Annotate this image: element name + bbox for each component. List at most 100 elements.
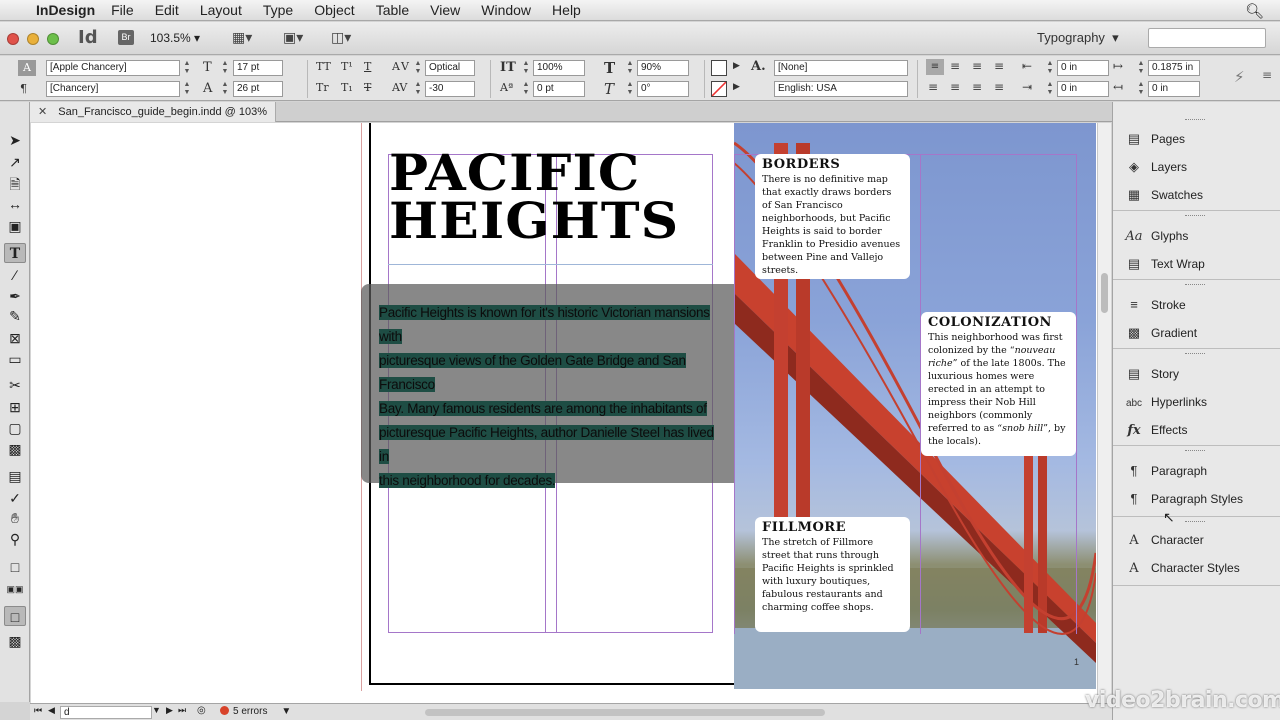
tracking-field[interactable]: -30 bbox=[425, 81, 475, 97]
subscript-icon[interactable]: T₁ bbox=[341, 81, 353, 94]
kerning-field[interactable]: Optical bbox=[425, 60, 475, 76]
panel-paragraph[interactable]: ¶ Paragraph bbox=[1123, 461, 1208, 481]
line-tool-icon[interactable]: ∕ bbox=[4, 265, 26, 285]
fill-stroke-swatches-icon[interactable]: □ bbox=[4, 557, 26, 577]
panel-gradient[interactable]: ▩ Gradient bbox=[1123, 323, 1197, 343]
strikethrough-icon[interactable]: T bbox=[364, 81, 371, 94]
document-canvas[interactable]: PACIFIC HEIGHTS Pacific Heights is known… bbox=[31, 123, 1097, 703]
zoom-tool-icon[interactable]: ⚲ bbox=[4, 529, 26, 549]
first-line-indent-stepper[interactable]: ▲ ▼ bbox=[1137, 60, 1145, 76]
kerning-stepper[interactable]: ▲ ▼ bbox=[414, 60, 422, 76]
font-size-stepper[interactable]: ▲ ▼ bbox=[221, 60, 229, 76]
justify-left-icon[interactable]: ≡ bbox=[928, 80, 938, 94]
horizontal-scale-field[interactable]: 90% bbox=[637, 60, 689, 76]
document-tab[interactable]: ✕ San_Francisco_guide_begin.indd @ 103% bbox=[30, 102, 276, 122]
panel-glyphs[interactable]: Aa Glyphs bbox=[1123, 226, 1188, 246]
vertical-scroll-thumb[interactable] bbox=[1101, 273, 1108, 313]
body-text-frame[interactable]: Pacific Heights is known for it's histor… bbox=[379, 301, 724, 493]
borders-sidebar[interactable]: BORDERS There is no definitive map that … bbox=[755, 154, 910, 279]
menu-view[interactable]: View bbox=[430, 2, 460, 18]
first-line-indent-field[interactable]: 0.1875 in bbox=[1148, 60, 1200, 76]
first-page-button[interactable]: ⏮︎ bbox=[34, 705, 42, 716]
panel-character-styles[interactable]: A Character Styles bbox=[1123, 558, 1239, 578]
last-line-indent-field[interactable]: 0 in bbox=[1148, 81, 1200, 97]
horizontal-scale-stepper[interactable]: ▲ ▼ bbox=[626, 60, 634, 76]
gradient-feather-tool-icon[interactable]: ▩ bbox=[4, 439, 26, 459]
page-title[interactable]: PACIFIC HEIGHTS bbox=[389, 148, 679, 246]
menu-file[interactable]: File bbox=[111, 2, 134, 18]
bridge-button[interactable]: Br bbox=[118, 30, 134, 45]
vertical-scale-field[interactable]: 100% bbox=[533, 60, 585, 76]
align-center-icon[interactable]: ≡ bbox=[950, 59, 960, 73]
tracking-stepper[interactable]: ▲ ▼ bbox=[414, 81, 422, 97]
spotlight-search-icon[interactable]: 🔍︎ bbox=[1245, 2, 1264, 20]
leading-field[interactable]: 26 pt bbox=[233, 81, 283, 97]
panel-stroke[interactable]: ≡ Stroke bbox=[1123, 295, 1185, 315]
fill-swatch[interactable] bbox=[711, 60, 727, 76]
baseline-shift-field[interactable]: 0 pt bbox=[533, 81, 585, 97]
hand-tool-icon[interactable]: ✋︎ bbox=[4, 508, 26, 528]
menu-type[interactable]: Type bbox=[263, 2, 293, 18]
left-indent-stepper[interactable]: ▲ ▼ bbox=[1046, 60, 1054, 76]
next-page-button[interactable]: ▶ bbox=[166, 705, 173, 716]
type-tool-icon[interactable]: T bbox=[4, 243, 26, 263]
zoom-level-dropdown[interactable]: 103.5% ▾ bbox=[150, 31, 200, 45]
formatting-affects-container-icon[interactable]: □ bbox=[4, 606, 26, 626]
preflight-icon[interactable]: ◎ bbox=[197, 705, 206, 716]
font-size-field[interactable]: 17 pt bbox=[233, 60, 283, 76]
panel-paragraph-styles[interactable]: ¶ Paragraph Styles bbox=[1123, 489, 1244, 509]
panel-group-grip[interactable] bbox=[1185, 119, 1205, 122]
right-indent-stepper[interactable]: ▲ ▼ bbox=[1046, 81, 1054, 97]
align-left-icon[interactable]: ≡ bbox=[926, 59, 944, 75]
control-panel-menu-icon[interactable]: ≡ bbox=[1262, 68, 1272, 82]
character-style-field[interactable]: [None] bbox=[774, 60, 908, 76]
eyedropper-tool-icon[interactable]: ✓ bbox=[4, 488, 26, 508]
superscript-icon[interactable]: T¹ bbox=[341, 60, 353, 73]
default-fill-stroke-icon[interactable]: ▣▣ bbox=[4, 579, 26, 599]
leading-stepper[interactable]: ▲ ▼ bbox=[221, 81, 229, 97]
fill-dropdown-icon[interactable]: ▶ bbox=[733, 61, 740, 71]
help-search-field[interactable] bbox=[1148, 28, 1266, 48]
skew-stepper[interactable]: ▲ ▼ bbox=[626, 81, 634, 97]
fillmore-sidebar[interactable]: FILLMORE The stretch of Fillmore street … bbox=[755, 517, 910, 632]
vertical-scrollbar[interactable] bbox=[1097, 123, 1111, 703]
workspace-switcher[interactable]: Typography ▾ bbox=[1037, 30, 1119, 46]
menu-edit[interactable]: Edit bbox=[155, 2, 179, 18]
free-transform-tool-icon[interactable]: ⊞ bbox=[4, 397, 26, 417]
pencil-tool-icon[interactable]: ✎ bbox=[4, 306, 26, 326]
page-number-field[interactable]: d bbox=[60, 706, 152, 719]
justify-center-icon[interactable]: ≡ bbox=[950, 80, 960, 94]
panel-group-grip[interactable] bbox=[1185, 284, 1205, 287]
panel-effects[interactable]: fx Effects bbox=[1123, 420, 1187, 440]
panel-character[interactable]: A Character bbox=[1123, 530, 1203, 550]
panel-hyperlinks[interactable]: abc Hyperlinks bbox=[1123, 392, 1207, 412]
arrange-documents-icon[interactable]: ◫▾ bbox=[331, 29, 361, 47]
screen-mode-tool-icon[interactable]: ▩ bbox=[4, 631, 26, 651]
panel-group-grip[interactable] bbox=[1185, 215, 1205, 218]
panel-group-grip[interactable] bbox=[1185, 353, 1205, 356]
justify-right-icon[interactable]: ≡ bbox=[972, 80, 982, 94]
font-style-dropdown-icon[interactable]: ▲ ▼ bbox=[183, 81, 191, 97]
align-right-icon[interactable]: ≡ bbox=[972, 59, 982, 73]
menu-help[interactable]: Help bbox=[552, 2, 581, 18]
zoom-window-button[interactable] bbox=[47, 33, 59, 45]
menu-layout[interactable]: Layout bbox=[200, 2, 242, 18]
content-collector-icon[interactable]: ▣ bbox=[4, 216, 26, 236]
preflight-status[interactable]: 5 errors ▼ bbox=[220, 705, 291, 719]
colonization-sidebar[interactable]: COLONIZATION This neighborhood was first… bbox=[921, 312, 1076, 456]
panel-layers[interactable]: ◈ Layers bbox=[1123, 157, 1187, 177]
all-caps-icon[interactable]: TT bbox=[316, 60, 331, 73]
selection-tool-icon[interactable]: ➤ bbox=[4, 130, 26, 150]
left-indent-field[interactable]: 0 in bbox=[1057, 60, 1109, 76]
stroke-dropdown-icon[interactable]: ▶ bbox=[733, 82, 740, 92]
skew-field[interactable]: 0° bbox=[637, 81, 689, 97]
stroke-swatch[interactable] bbox=[711, 81, 727, 97]
menu-app-name[interactable]: InDesign bbox=[36, 2, 95, 18]
language-field[interactable]: English: USA bbox=[774, 81, 908, 97]
minimize-window-button[interactable] bbox=[27, 33, 39, 45]
view-options-icon[interactable]: ▦▾ bbox=[232, 29, 262, 47]
rectangle-tool-icon[interactable]: ▭ bbox=[4, 349, 26, 369]
golden-gate-bridge-photo[interactable]: BORDERS There is no definitive map that … bbox=[734, 123, 1096, 689]
panel-group-grip[interactable] bbox=[1185, 450, 1205, 453]
underline-icon[interactable]: T bbox=[364, 60, 371, 73]
